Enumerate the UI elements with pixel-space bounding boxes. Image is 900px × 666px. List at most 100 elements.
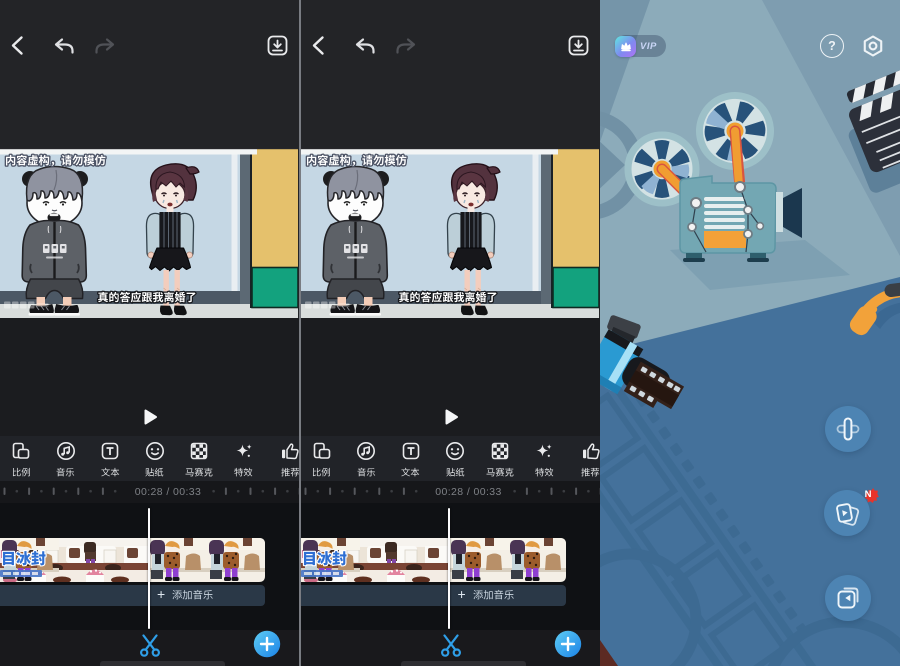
home-panel: VIP ? N — [600, 0, 900, 666]
tool-ratio[interactable] — [301, 436, 344, 481]
tool-label — [357, 463, 376, 479]
add-clip-button[interactable] — [253, 630, 281, 658]
recommend-icon — [580, 440, 601, 462]
tool-effects[interactable] — [522, 436, 566, 481]
text-icon — [400, 440, 422, 462]
help-button[interactable]: ? — [820, 34, 844, 58]
scene-green-block — [553, 268, 599, 308]
tool-music[interactable] — [44, 436, 88, 481]
playhead[interactable] — [148, 508, 150, 629]
sticker-icon — [144, 440, 166, 462]
home-indicator — [100, 661, 225, 666]
time-indicator: 00:28 / 00:33 — [435, 486, 502, 498]
scene-doorframe — [240, 153, 251, 304]
video-preview[interactable] — [0, 148, 298, 318]
timeline-ruler[interactable]: 00:28 / 00:33 — [0, 481, 299, 503]
tool-sticker[interactable] — [133, 436, 177, 481]
home-indicator — [401, 661, 526, 666]
ratio-icon — [311, 440, 333, 462]
tool-sticker[interactable] — [433, 436, 477, 481]
text-icon — [99, 440, 121, 462]
editor-toolbar — [0, 436, 299, 481]
tool-mosaic[interactable] — [478, 436, 522, 481]
tool-label — [145, 463, 164, 479]
subcaption-dash — [314, 572, 320, 575]
new-badge-label: N — [857, 483, 879, 505]
timeline-ruler[interactable]: 00:28 / 00:33 — [301, 481, 600, 503]
video-caption — [5, 154, 106, 168]
topbar-icons — [301, 0, 600, 90]
editor-topbar — [0, 0, 299, 148]
add-music-bar[interactable]: + — [301, 585, 566, 606]
tool-text[interactable] — [389, 436, 433, 481]
export-icon[interactable] — [269, 37, 287, 55]
player-controls — [301, 318, 600, 436]
undo-icon[interactable] — [56, 40, 73, 53]
new-badge: N — [857, 483, 879, 505]
tool-label — [185, 463, 213, 479]
vip-badge[interactable]: VIP — [615, 35, 666, 57]
subcaption-dash — [333, 572, 339, 575]
play-button[interactable] — [442, 408, 460, 426]
subcaption-dash — [322, 572, 331, 575]
back-icon[interactable] — [13, 38, 22, 54]
subcaption-dash — [32, 572, 38, 575]
scene-green-block — [252, 268, 298, 308]
tool-recommend[interactable] — [268, 436, 299, 481]
split-scissors-icon[interactable] — [437, 631, 465, 659]
timeline-clip-caption — [302, 550, 347, 569]
scene-doorframe — [541, 153, 552, 304]
tool-label — [312, 463, 331, 479]
add-music-plus-icon: + — [157, 586, 165, 602]
capture-capsule-icon — [833, 414, 863, 444]
effects-icon — [233, 440, 255, 462]
tool-label — [446, 463, 465, 479]
album-button[interactable] — [825, 575, 871, 621]
recommend-icon — [279, 440, 299, 462]
time-indicator: 00:28 / 00:33 — [135, 486, 202, 498]
crown-icon — [615, 36, 636, 57]
scene-yellow-panel — [252, 149, 298, 268]
tool-effects[interactable] — [222, 436, 266, 481]
editor-topbar — [301, 0, 600, 148]
subcaption-dash — [304, 572, 312, 575]
capture-button[interactable] — [825, 406, 871, 452]
timeline-clip-subcaption — [301, 570, 343, 577]
ratio-icon — [10, 440, 32, 462]
tool-label — [535, 463, 554, 479]
timeline-clip-subcaption — [0, 570, 42, 577]
gear-icon — [861, 34, 885, 58]
tool-mosaic[interactable] — [177, 436, 221, 481]
tool-music[interactable] — [344, 436, 388, 481]
editor-bottombar — [301, 630, 600, 666]
editor-bottombar — [0, 630, 299, 666]
subcaption-dash — [21, 572, 30, 575]
tool-recommend[interactable] — [569, 436, 601, 481]
add-music-bar[interactable]: + — [0, 585, 265, 606]
add-clip-button[interactable] — [554, 630, 582, 658]
tool-ratio[interactable] — [0, 436, 43, 481]
add-music-label — [473, 589, 515, 602]
topbar-icons — [0, 0, 299, 90]
redo-icon[interactable] — [97, 40, 114, 53]
mosaic-icon — [489, 440, 511, 462]
add-music-label — [172, 589, 214, 602]
editor-panel-left: 00:28 / 00:33 — [0, 0, 299, 666]
video-preview[interactable] — [301, 148, 599, 318]
video-subtitle — [98, 291, 197, 305]
album-play-icon — [832, 582, 864, 614]
scene-yellow-panel — [553, 149, 599, 268]
play-button[interactable] — [141, 408, 159, 426]
settings-button[interactable] — [861, 34, 885, 58]
tool-label — [486, 463, 514, 479]
help-label: ? — [828, 39, 836, 53]
tool-text[interactable] — [88, 436, 132, 481]
split-scissors-icon[interactable] — [136, 631, 164, 659]
tool-label — [56, 463, 75, 479]
undo-icon[interactable] — [357, 40, 374, 53]
playhead[interactable] — [448, 508, 450, 629]
tool-label — [581, 463, 600, 479]
redo-icon[interactable] — [397, 40, 414, 53]
export-icon[interactable] — [569, 37, 587, 55]
back-icon[interactable] — [314, 38, 323, 54]
